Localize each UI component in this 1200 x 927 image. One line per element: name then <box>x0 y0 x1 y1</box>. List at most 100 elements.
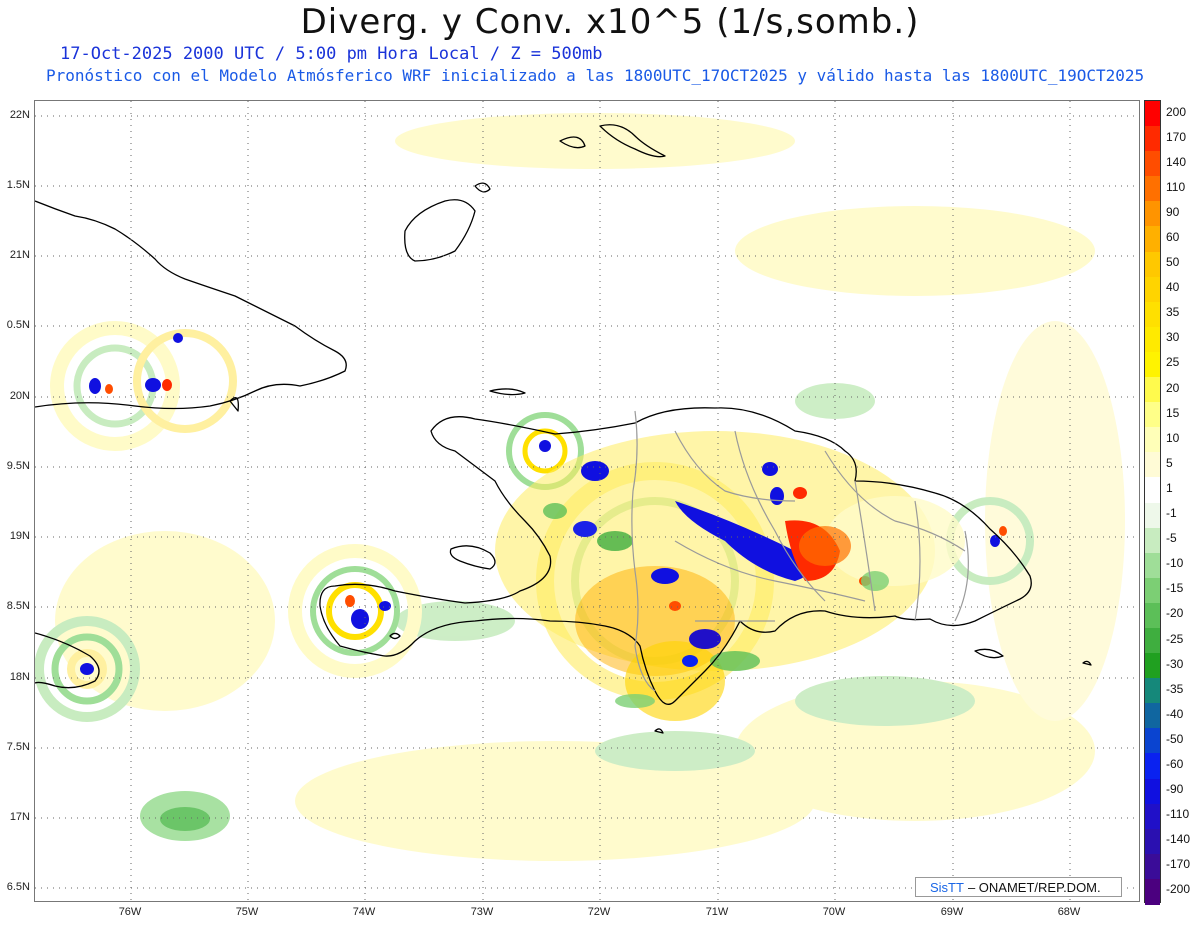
div-core-south <box>669 601 681 611</box>
colorbar-segment <box>1145 878 1160 905</box>
field-yellow-far-east <box>985 321 1125 721</box>
field-green-south-west-core <box>160 807 210 831</box>
lat-label: 8.5N <box>6 600 30 612</box>
colorbar-segment <box>1145 301 1160 328</box>
field-southwest-dr-yellow <box>625 641 725 721</box>
colorbar-label: 90 <box>1166 204 1180 219</box>
colorbar-label: 1 <box>1166 480 1173 495</box>
coastline-cuba <box>35 200 347 410</box>
colorbar-segment <box>1145 502 1160 529</box>
colorbar-label: 140 <box>1166 154 1187 169</box>
div-core-samana <box>999 526 1007 536</box>
colorbar-label: 60 <box>1166 230 1180 245</box>
div-core-tiburon <box>345 595 355 607</box>
colorbar-segment <box>1145 226 1160 253</box>
green-patch-5 <box>861 571 889 591</box>
colorbar-segment <box>1145 276 1160 303</box>
lon-label: 73W <box>470 906 494 918</box>
colorbar-segment <box>1145 602 1160 629</box>
colorbar-label: -110 <box>1166 807 1190 822</box>
green-patch-1 <box>597 531 633 551</box>
colorbar-segment <box>1145 452 1160 478</box>
colorbar-segment <box>1145 552 1160 579</box>
lon-label: 70W <box>822 906 846 918</box>
colorbar-segment <box>1145 678 1160 704</box>
colorbar-segment <box>1145 402 1160 428</box>
lat-label: 18N <box>9 671 30 683</box>
colorbar-label: 110 <box>1166 179 1186 194</box>
colorbar-segment <box>1145 527 1160 554</box>
colorbar-label: -200 <box>1166 882 1191 897</box>
colorbar-segment <box>1145 201 1160 227</box>
conv-core-south-3 <box>682 655 698 667</box>
model-info: Pronóstico con el Modelo Atmósferico WRF… <box>46 66 1145 85</box>
colorbar-label: -40 <box>1166 706 1184 721</box>
colorbar-label: -20 <box>1166 606 1184 621</box>
green-patch-3 <box>543 503 567 519</box>
colorbar-segment <box>1145 803 1160 830</box>
colorbar-label: -15 <box>1166 581 1184 596</box>
lat-label: 22N <box>9 109 30 121</box>
colorbar-label: -60 <box>1166 756 1184 771</box>
colorbar-segment <box>1145 653 1160 679</box>
lat-label: 7.5N <box>6 741 30 753</box>
lat-label: 1.5N <box>6 179 30 191</box>
div-core-north <box>793 487 807 499</box>
colorbar-label: -30 <box>1166 656 1184 671</box>
colorbar-label: -25 <box>1166 631 1184 646</box>
field-green-sea-southeast <box>795 676 975 726</box>
lon-label: 74W <box>352 906 376 918</box>
colorbar-label: 20 <box>1166 380 1180 395</box>
conv-core-west-1 <box>581 461 609 481</box>
colorbar-label: 40 <box>1166 280 1180 295</box>
field-yellow-northeast <box>735 206 1095 296</box>
colorbar-segment <box>1145 176 1160 202</box>
coastline-tortuga <box>489 388 526 396</box>
conv-core-north-haiti <box>539 440 551 452</box>
colorbar-segment <box>1145 778 1160 805</box>
lon-label: 71W <box>705 906 729 918</box>
colorbar-label: -90 <box>1166 782 1184 797</box>
colorbar-segment <box>1145 828 1160 855</box>
colorbar-segment <box>1145 728 1160 754</box>
colorbar-segment <box>1145 853 1160 880</box>
conv-core-south-1 <box>651 568 679 584</box>
colorbar-label: -1 <box>1166 506 1177 521</box>
lon-label: 68W <box>1057 906 1081 918</box>
lon-label: 76W <box>118 906 142 918</box>
field-yellow-north <box>395 113 795 169</box>
credit-box: SisTT – ONAMET/REP.DOM. <box>915 877 1122 897</box>
forecast-time: 17-Oct-2025 2000 UTC / 5:00 pm Hora Loca… <box>60 44 603 64</box>
div-core-central-orange <box>799 526 851 566</box>
conv-core-west-2 <box>573 521 597 537</box>
colorbar-segment <box>1145 126 1160 152</box>
conv-core-south-2 <box>689 629 721 649</box>
colorbar-segment <box>1145 427 1160 453</box>
conv-core-tiburon-1 <box>351 609 369 629</box>
colorbar-segment <box>1145 326 1160 353</box>
credit-text: – ONAMET/REP.DOM. <box>967 879 1101 895</box>
lat-label: 19N <box>9 530 30 542</box>
colorbar-label: -5 <box>1166 531 1177 546</box>
colorbar-label: 50 <box>1166 255 1180 270</box>
colorbar-segment <box>1145 577 1160 604</box>
colorbar-label: 30 <box>1166 330 1180 345</box>
colorbar-segment <box>1145 627 1160 654</box>
colorbar-label: 35 <box>1166 305 1180 320</box>
lat-label: 21N <box>9 249 30 261</box>
coastline-turks <box>474 182 491 193</box>
colorbar-label: -50 <box>1166 731 1184 746</box>
colorbar-segment <box>1145 351 1160 378</box>
div-core-cuba-1 <box>162 379 172 391</box>
map-svg <box>35 101 1139 901</box>
field-green-sea-south <box>595 731 755 771</box>
colorbar-label: -10 <box>1166 556 1184 571</box>
colorbar <box>1144 100 1161 905</box>
conv-core-cuba-1 <box>89 378 101 394</box>
conv-core-cuba-3 <box>173 333 183 343</box>
colorbar-segment <box>1145 377 1160 403</box>
coastline-gonave <box>449 545 496 570</box>
conv-core-jamaica <box>80 663 94 675</box>
coastline-inagua <box>404 199 476 262</box>
green-patch-4 <box>615 694 655 708</box>
